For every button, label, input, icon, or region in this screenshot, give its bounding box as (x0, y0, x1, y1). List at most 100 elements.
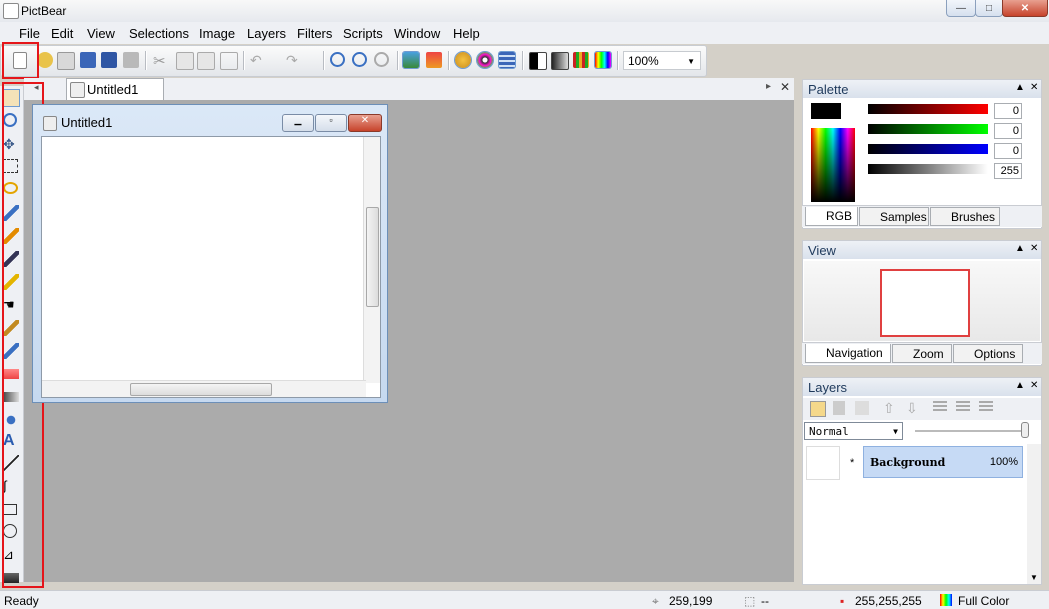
move-layer-up-icon[interactable]: ⇧ (883, 400, 895, 417)
layers-scrollbar[interactable]: ▼ (1027, 444, 1041, 584)
doc-restore-button[interactable]: ▫ (315, 114, 347, 132)
status-color: 255,255,255 (855, 594, 922, 608)
horizontal-scroll-thumb[interactable] (130, 383, 272, 396)
zoom-out-icon[interactable] (352, 52, 367, 67)
color-channels-icon[interactable] (573, 52, 589, 68)
palette-toggle-icon[interactable] (454, 51, 472, 69)
document-tab-row: ◂ Untitled1 ▸ ✕ (24, 78, 794, 101)
tab-navigation[interactable]: Navigation (805, 344, 891, 363)
zoom-in-icon[interactable] (330, 52, 345, 67)
menu-help[interactable]: Help (453, 26, 480, 41)
new-layer-icon[interactable] (810, 401, 826, 417)
tab-options[interactable]: Options (953, 344, 1023, 363)
crop-icon[interactable] (220, 52, 238, 70)
menu-scripts[interactable]: Scripts (343, 26, 383, 41)
doc-minimize-button[interactable]: ▁ (282, 114, 314, 132)
menu-file[interactable]: File (19, 26, 40, 41)
image-canvas[interactable] (41, 136, 381, 398)
gradient-icon[interactable] (551, 52, 569, 70)
collapse-icon[interactable]: ▲ (1015, 82, 1025, 93)
print-icon[interactable] (123, 52, 139, 68)
view-tabs: Navigation Zoom Options (802, 342, 1042, 364)
red-value[interactable]: 0 (994, 103, 1022, 119)
close-button[interactable]: ✕ (1002, 0, 1048, 17)
panel-close-icon[interactable]: ✕ (1030, 82, 1038, 93)
image-adjust-icon[interactable] (426, 52, 442, 68)
opacity-slider-track[interactable] (915, 430, 1027, 432)
copy-icon[interactable] (176, 52, 194, 70)
green-value[interactable]: 0 (994, 123, 1022, 139)
menu-selections[interactable]: Selections (129, 26, 189, 41)
tab-brushes-label: Brushes (951, 210, 996, 224)
green-slider[interactable] (868, 124, 988, 134)
blend-mode-value: Normal (809, 425, 849, 438)
layers-toggle-icon[interactable] (498, 51, 516, 69)
blend-mode-select[interactable]: Normal ▼ (804, 422, 903, 440)
zoom-select[interactable]: 100% ▼ (623, 51, 701, 70)
alpha-value[interactable]: 255 (994, 163, 1022, 179)
vertical-scrollbar[interactable] (363, 137, 380, 383)
tab-zoom[interactable]: Zoom (892, 344, 952, 363)
layer-thumbnail[interactable] (806, 446, 840, 480)
color-icon: ▪ (840, 594, 845, 608)
merge-visible-icon[interactable] (956, 401, 970, 413)
panel-close-icon[interactable]: ✕ (1030, 243, 1038, 254)
tab-brushes[interactable]: Brushes (930, 207, 1000, 226)
foreground-color-swatch[interactable] (811, 103, 841, 119)
zoom-reset-icon[interactable] (374, 52, 389, 67)
save-all-icon[interactable] (101, 52, 117, 68)
merge-down-icon[interactable] (933, 401, 947, 413)
window-title: PictBear (21, 4, 67, 18)
tab-scroll-right-icon[interactable]: ▸ (766, 81, 771, 92)
tab-close-icon[interactable]: ✕ (780, 80, 790, 94)
tab-options-label: Options (974, 347, 1016, 361)
tab-rgb[interactable]: RGB (805, 207, 858, 226)
full-color-icon[interactable] (594, 51, 612, 69)
vertical-scroll-thumb[interactable] (366, 207, 379, 307)
grayscale-icon[interactable] (529, 52, 547, 70)
alpha-slider[interactable] (868, 164, 988, 174)
tab-untitled1[interactable]: Untitled1 (66, 78, 164, 100)
panel-close-icon[interactable]: ✕ (1030, 380, 1038, 391)
open-file-icon[interactable] (37, 52, 53, 68)
tab-samples[interactable]: Samples (859, 207, 929, 226)
view-header: View ▲ ✕ (803, 241, 1041, 259)
layer-row-background[interactable]: Background 100% (863, 446, 1023, 478)
flatten-icon[interactable] (979, 401, 993, 413)
menu-filters[interactable]: Filters (297, 26, 332, 41)
maximize-button[interactable]: □ (975, 0, 1003, 17)
menu-window[interactable]: Window (394, 26, 440, 41)
delete-layer-icon[interactable] (833, 401, 845, 415)
collapse-icon[interactable]: ▲ (1015, 380, 1025, 391)
document-window-icon (43, 116, 57, 131)
blue-value[interactable]: 0 (994, 143, 1022, 159)
menu-edit[interactable]: Edit (51, 26, 73, 41)
color-spectrum[interactable] (811, 128, 855, 202)
menu-layers[interactable]: Layers (247, 26, 286, 41)
blue-slider[interactable] (868, 144, 988, 154)
red-slider[interactable] (868, 104, 988, 114)
doc-close-button[interactable]: ✕ (348, 114, 382, 132)
view-title: View (808, 243, 836, 258)
move-layer-down-icon[interactable]: ⇩ (906, 400, 918, 417)
navigator-toggle-icon[interactable] (476, 51, 494, 69)
collapse-icon[interactable]: ▲ (1015, 243, 1025, 254)
paste-icon[interactable] (197, 52, 215, 70)
menu-image[interactable]: Image (199, 26, 235, 41)
view-rectangle[interactable] (880, 269, 970, 337)
image-view-icon[interactable] (402, 51, 420, 69)
save-icon[interactable] (80, 52, 96, 68)
menu-view[interactable]: View (87, 26, 115, 41)
undo-icon[interactable]: ↶ (250, 52, 266, 68)
navigation-preview[interactable] (804, 261, 1040, 341)
layer-visibility-marker[interactable]: * (850, 457, 854, 469)
document-window[interactable]: Untitled1 ▁ ▫ ✕ (32, 104, 388, 403)
copy-doc-icon[interactable] (57, 52, 75, 70)
scroll-down-icon[interactable]: ▼ (1030, 573, 1038, 582)
horizontal-scrollbar[interactable] (42, 380, 366, 397)
minimize-button[interactable]: — (946, 0, 976, 17)
cut-icon[interactable]: ✂ (153, 52, 169, 70)
layer-properties-icon[interactable] (855, 401, 869, 415)
redo-icon[interactable]: ↷ (286, 52, 302, 68)
opacity-slider-thumb[interactable] (1021, 422, 1029, 438)
